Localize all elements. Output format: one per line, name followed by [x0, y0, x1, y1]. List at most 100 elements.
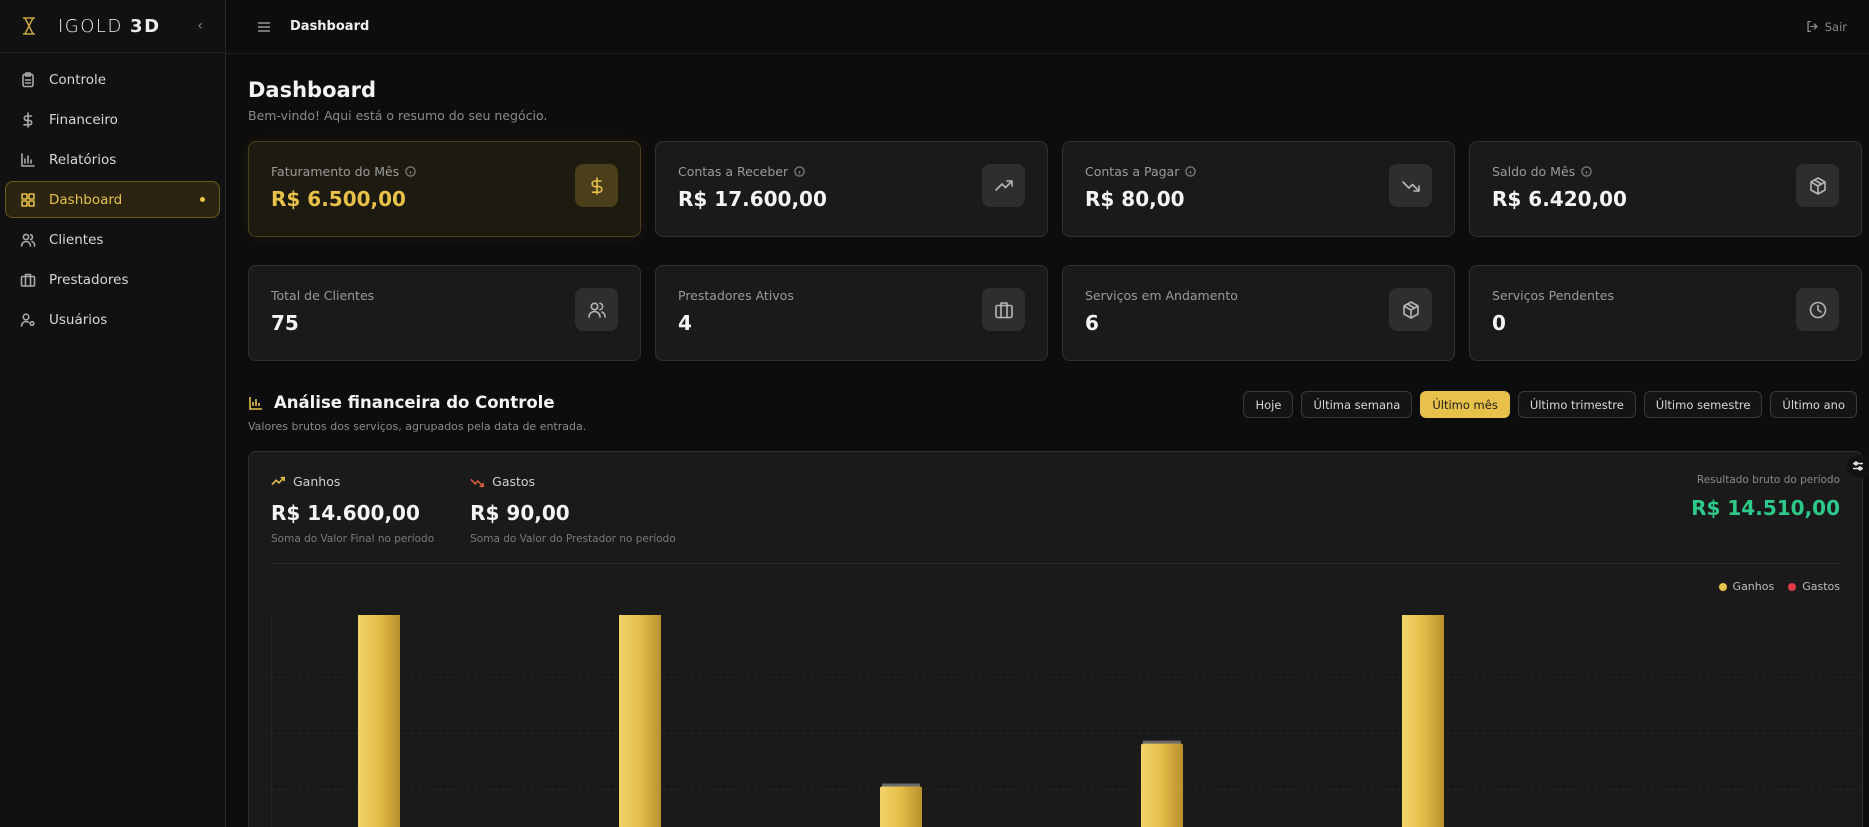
info-icon[interactable] — [1185, 166, 1197, 177]
bar-ganhos[interactable] — [358, 615, 400, 827]
active-indicator — [200, 197, 205, 202]
bar-ganhos-rect — [619, 615, 661, 827]
card-total-clientes: Total de Clientes 75 — [248, 265, 641, 361]
filter-ultimo-ano[interactable]: Último ano — [1770, 391, 1857, 418]
filter-ultimo-semestre[interactable]: Último semestre — [1643, 391, 1763, 418]
users-icon — [20, 233, 36, 247]
info-icon[interactable] — [1581, 166, 1592, 177]
legend-swatch — [1718, 582, 1727, 591]
bar-ganhos[interactable] — [880, 783, 922, 827]
bar-ganhos[interactable] — [619, 615, 661, 827]
sidebar-item-prestadores[interactable]: Prestadores — [5, 261, 220, 298]
sliders-icon — [1853, 461, 1863, 471]
sidebar-item-label: Controle — [49, 71, 107, 88]
divider — [271, 563, 1840, 564]
legend-item-gastos[interactable]: Gastos — [1788, 580, 1840, 593]
box-icon — [1809, 176, 1826, 195]
topbar-title: Dashboard — [290, 19, 370, 34]
trending-down-icon — [470, 478, 485, 487]
collapse-sidebar-icon[interactable]: ‹ — [197, 18, 203, 34]
sidebar-item-dashboard[interactable]: Dashboard — [5, 181, 220, 218]
card-icon-box — [1796, 164, 1839, 207]
sidebar-item-financeiro[interactable]: Financeiro — [5, 101, 220, 138]
card-contas-receber: Contas a Receber R$ 17.600,00 — [655, 141, 1048, 237]
clock-icon — [1809, 301, 1826, 318]
card-value: R$ 6.500,00 — [271, 187, 406, 211]
brand-logo-icon — [23, 17, 35, 35]
info-icon[interactable] — [794, 166, 805, 177]
dollar-icon — [23, 111, 33, 128]
card-value: 0 — [1492, 311, 1506, 335]
bar-chart-icon — [21, 152, 35, 167]
bar-ganhos[interactable] — [1402, 615, 1444, 827]
card-servicos-pendentes: Serviços Pendentes 0 — [1469, 265, 1862, 361]
filter-ultima-semana[interactable]: Última semana — [1301, 391, 1413, 418]
sidebar-item-relatorios[interactable]: Relatórios — [5, 141, 220, 178]
trending-up-icon — [994, 179, 1013, 191]
metric-value: R$ 90,00 — [470, 501, 570, 525]
metrics-row: Ganhos R$ 14.600,00 Soma do Valor Final … — [271, 474, 1840, 545]
dashboard-content: Dashboard Bem-vindo! Aqui está o resumo … — [226, 54, 1869, 827]
filter-ultimo-mes[interactable]: Último mês — [1420, 391, 1510, 418]
metric-value: R$ 14.600,00 — [271, 501, 420, 525]
bar-ganhos-rect — [880, 786, 922, 827]
analysis-subtitle: Valores brutos dos serviços, agrupados p… — [248, 420, 587, 433]
sidebar-item-clientes[interactable]: Clientes — [5, 221, 220, 258]
card-saldo: Saldo do Mês R$ 6.420,00 — [1469, 141, 1862, 237]
card-value: R$ 80,00 — [1085, 187, 1185, 211]
logout-label: Sair — [1824, 19, 1847, 34]
side-settings-tab[interactable] — [1847, 455, 1869, 477]
sidebar-nav: Controle Financeiro Relatórios Dashboard… — [0, 53, 225, 349]
sidebar-item-label: Usuários — [49, 311, 108, 328]
financial-analysis-panel: Ganhos R$ 14.600,00 Soma do Valor Final … — [248, 451, 1863, 827]
bar-ganhos-rect — [1141, 743, 1183, 827]
briefcase-icon — [994, 301, 1013, 318]
filter-ultimo-trimestre[interactable]: Último trimestre — [1517, 391, 1636, 418]
metric-label: Gastos — [470, 474, 676, 489]
card-contas-pagar: Contas a Pagar R$ 80,00 — [1062, 141, 1455, 237]
card-icon-box — [1796, 288, 1839, 331]
card-servicos-andamento: Serviços em Andamento 6 — [1062, 265, 1455, 361]
brand: IGOLD 3D ‹ — [0, 0, 225, 53]
sidebar-item-label: Relatórios — [49, 151, 117, 168]
card-label: Serviços em Andamento — [1085, 288, 1238, 303]
card-value: 75 — [271, 311, 299, 335]
info-icon[interactable] — [405, 166, 416, 177]
analysis-heading: Análise financeira do Controle Valores b… — [248, 393, 586, 433]
card-label: Serviços Pendentes — [1492, 288, 1614, 303]
card-icon-box — [575, 288, 618, 331]
dashboard-icon — [21, 192, 35, 207]
bar-ganhos-rect — [358, 615, 400, 827]
logout-icon — [1807, 20, 1818, 33]
topbar: Dashboard Sair — [226, 0, 1869, 54]
logout-button[interactable]: Sair — [1806, 20, 1847, 34]
filter-hoje[interactable]: Hoje — [1243, 391, 1294, 418]
legend-item-ganhos[interactable]: Ganhos — [1718, 580, 1774, 593]
metric-gains: Ganhos R$ 14.600,00 Soma do Valor Final … — [271, 474, 434, 545]
sidebar-item-usuarios[interactable]: Usuários — [5, 301, 220, 338]
card-icon-box — [1389, 288, 1432, 331]
card-label: Contas a Pagar — [1085, 164, 1432, 179]
card-prestadores-ativos: Prestadores Ativos 4 — [655, 265, 1048, 361]
result-label: Resultado bruto do período — [1696, 474, 1840, 486]
trending-up-icon — [271, 476, 285, 485]
period-filters: Hoje Última semana Último mês Último tri… — [1243, 391, 1857, 418]
card-value: R$ 17.600,00 — [678, 187, 827, 211]
card-value: 4 — [678, 311, 692, 335]
sidebar: IGOLD 3D ‹ Controle Financeiro Relatório… — [0, 0, 226, 827]
bar-chart-icon — [249, 396, 262, 410]
brand-name: IGOLD 3D — [58, 15, 161, 37]
period-result: Resultado bruto do período R$ 14.510,00 — [1691, 474, 1840, 545]
trending-down-icon — [1401, 180, 1420, 192]
metric-label: Ganhos — [271, 474, 434, 489]
menu-icon[interactable] — [256, 19, 272, 35]
bar-ganhos[interactable] — [1141, 740, 1183, 827]
sidebar-item-label: Financeiro — [49, 111, 118, 128]
app-root: IGOLD 3D ‹ Controle Financeiro Relatório… — [0, 0, 1869, 827]
sidebar-item-controle[interactable]: Controle — [5, 61, 220, 98]
box-icon — [1402, 300, 1419, 319]
sidebar-item-label: Clientes — [49, 231, 104, 248]
sidebar-item-label: Dashboard — [49, 191, 123, 208]
metric-expenses: Gastos R$ 90,00 Soma do Valor do Prestad… — [470, 474, 676, 545]
card-icon-box — [982, 164, 1025, 207]
